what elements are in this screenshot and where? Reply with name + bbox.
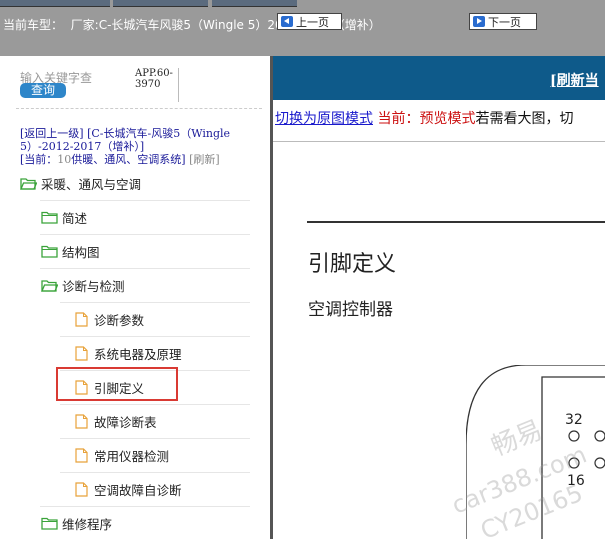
tree-label: 维修程序 — [62, 516, 113, 532]
tree-folder-repair[interactable]: 维修程序 — [41, 506, 112, 539]
back-link[interactable]: [返回上一级] — [20, 127, 84, 140]
arrow-left-icon — [281, 16, 293, 27]
document-title: 引脚定义 — [308, 252, 397, 277]
tree-label: 常用仪器检测 — [94, 448, 170, 464]
file-icon — [75, 447, 88, 463]
current-number: 10 — [57, 153, 72, 166]
document-subtitle: 空调控制器 — [308, 300, 393, 320]
refresh-current-link[interactable]: [刷新当 — [550, 70, 599, 90]
switch-mode-link[interactable]: 切换为原图模式 — [275, 111, 373, 127]
next-page-label: 下一页 — [488, 15, 521, 29]
top-tabs — [0, 0, 605, 8]
tree-label: 系统电器及原理 — [94, 346, 182, 362]
connector-diagram — [466, 365, 605, 539]
next-page-button[interactable]: 下一页 — [469, 13, 537, 30]
folder-icon — [41, 245, 58, 258]
folder-icon — [41, 211, 58, 224]
pin-hole — [594, 457, 605, 469]
highlight-box — [56, 367, 178, 401]
arrow-right-icon — [473, 16, 485, 27]
prev-page-label: 上一页 — [296, 15, 329, 29]
tree-file-params[interactable]: 诊断参数 — [75, 302, 144, 336]
tree-folder-diagnosis[interactable]: 诊断与检测 — [41, 268, 125, 302]
app-code-line2: 3970 — [135, 79, 161, 90]
document-rule — [307, 221, 605, 223]
file-icon — [75, 345, 88, 361]
vehicle-label: 当前车型： — [3, 18, 64, 32]
tree-label: 诊断参数 — [94, 312, 145, 328]
pin-number-top: 32 — [565, 412, 583, 428]
pane-divider[interactable] — [270, 56, 273, 539]
sidebar: 输入关键字查 查询 APP.60- 3970 [返回上一级] [C-长城汽车-风… — [0, 56, 271, 539]
folder-icon — [41, 517, 58, 530]
pin-hole — [568, 457, 580, 469]
divider — [273, 141, 605, 142]
top-tab-2[interactable] — [113, 0, 208, 7]
tree-label: 结构图 — [62, 244, 100, 260]
file-icon — [75, 311, 88, 327]
tree-file-self-diagnosis[interactable]: 空调故障自诊断 — [75, 472, 182, 506]
connector-outline — [466, 365, 605, 539]
tree-folder-root[interactable]: 采暖、通风与空调 — [20, 166, 141, 200]
tree-label: 简述 — [62, 210, 88, 226]
file-icon — [75, 413, 88, 429]
folder-open-icon — [41, 279, 59, 292]
refresh-link[interactable]: [刷新] — [189, 153, 220, 166]
tree-file-system[interactable]: 系统电器及原理 — [75, 336, 182, 370]
prev-page-button[interactable]: 上一页 — [277, 13, 342, 30]
pin-number-bottom: 16 — [567, 473, 585, 489]
current-label: [当前： — [20, 153, 58, 166]
mode-hint: 若需看大图，切 — [475, 111, 574, 127]
folder-open-icon — [20, 177, 38, 190]
current-mode: 当前：预览模式 — [377, 111, 476, 127]
tree-label: 空调故障自诊断 — [94, 482, 182, 498]
tree-label-root: 采暖、通风与空调 — [41, 176, 142, 192]
app-code: APP.60- 3970 — [135, 68, 179, 102]
tree-file-instruments[interactable]: 常用仪器检测 — [75, 438, 169, 472]
pin-hole — [568, 430, 580, 442]
divider — [16, 108, 262, 109]
app-code-line1: APP.60- — [135, 68, 173, 79]
tree-label: 诊断与检测 — [62, 278, 125, 294]
tree-label: 故障诊断表 — [94, 414, 157, 430]
file-icon — [75, 481, 88, 497]
search-button[interactable]: 查询 — [20, 83, 66, 98]
tree-folder-structure[interactable]: 结构图 — [41, 234, 100, 268]
pin-hole — [594, 430, 605, 442]
mode-bar: 切换为原图模式 当前：预览模式若需看大图，切 — [275, 108, 573, 128]
tree-file-fault-table[interactable]: 故障诊断表 — [75, 404, 157, 438]
top-tab-3[interactable] — [212, 0, 297, 7]
top-tab-1[interactable] — [0, 0, 110, 7]
breadcrumb: [返回上一级] [C-长城汽车-风骏5（Wingle 5）-2012-2017（… — [20, 127, 260, 166]
tree-folder-overview[interactable]: 简述 — [41, 200, 87, 234]
current-path: 供暖、通风、空调系统] — [71, 153, 186, 166]
